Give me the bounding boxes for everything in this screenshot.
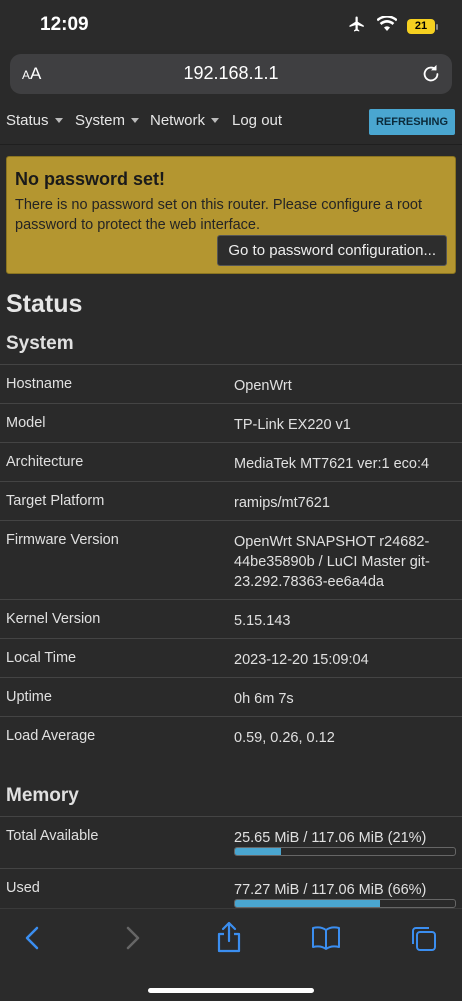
row-label: Target Platform xyxy=(6,493,105,509)
row-value: ramips/mt7621 xyxy=(234,495,330,511)
table-row: Load Average 0.59, 0.26, 0.12 xyxy=(0,716,462,755)
row-value: 77.27 MiB / 117.06 MiB (66%) xyxy=(234,882,427,898)
nav-status-menu[interactable]: Status xyxy=(6,112,63,129)
ios-status-bar: 12:09 21 xyxy=(0,0,462,50)
back-icon[interactable] xyxy=(22,925,44,956)
row-label: Kernel Version xyxy=(6,611,101,627)
row-label: Load Average xyxy=(6,728,96,744)
memory-progress-fill xyxy=(235,848,282,855)
caret-down-icon xyxy=(54,118,63,123)
top-nav: Status System Network Log out REFRESHING xyxy=(0,100,462,145)
row-label: Hostname xyxy=(6,376,73,392)
status-icons: 21 xyxy=(347,15,438,38)
url-text[interactable]: 192.168.1.1 xyxy=(10,63,452,84)
row-value: 25.65 MiB / 117.06 MiB (21%) xyxy=(234,830,427,846)
table-row: Uptime 0h 6m 7s xyxy=(0,677,462,716)
row-value: 0.59, 0.26, 0.12 xyxy=(234,730,335,746)
wifi-icon xyxy=(376,15,398,37)
memory-heading: Memory xyxy=(6,785,79,806)
home-indicator xyxy=(148,988,314,993)
caret-down-icon xyxy=(211,118,220,123)
row-label: Firmware Version xyxy=(6,532,119,548)
system-heading: System xyxy=(6,333,74,354)
row-label: Model xyxy=(6,415,46,431)
table-row: Kernel Version 5.15.143 xyxy=(0,599,462,638)
row-value: 0h 6m 7s xyxy=(234,691,294,707)
browser-toolbar xyxy=(0,908,462,1001)
row-label: Total Available xyxy=(6,828,99,844)
table-row: Target Platform ramips/mt7621 xyxy=(0,481,462,520)
clock: 12:09 xyxy=(40,14,89,35)
memory-progress-fill xyxy=(235,900,381,907)
row-label: Used xyxy=(6,880,40,896)
memory-progress-bar xyxy=(234,847,456,856)
table-row: Firmware Version OpenWrt SNAPSHOT r24682… xyxy=(0,520,462,599)
alert-title: No password set! xyxy=(15,169,166,189)
web-content: Status System Network Log out REFRESHING… xyxy=(0,100,462,908)
row-label: Uptime xyxy=(6,689,52,705)
row-value: MediaTek MT7621 ver:1 eco:4 xyxy=(234,456,430,472)
bookmarks-icon[interactable] xyxy=(311,925,341,956)
nav-network-menu[interactable]: Network xyxy=(150,112,220,129)
no-password-alert: No password set! There is no password se… xyxy=(6,156,456,274)
row-value: 5.15.143 xyxy=(234,613,291,629)
page-title: Status xyxy=(6,290,83,318)
alert-message: There is no password set on this router.… xyxy=(15,197,423,233)
table-row: Total Available 25.65 MiB / 117.06 MiB (… xyxy=(0,816,462,869)
refreshing-badge[interactable]: REFRESHING xyxy=(369,109,455,135)
row-value: TP-Link EX220 v1 xyxy=(234,417,351,433)
airplane-icon xyxy=(347,15,367,38)
battery-icon: 21 xyxy=(407,19,438,34)
nav-system-menu[interactable]: System xyxy=(75,112,140,129)
row-value: OpenWrt SNAPSHOT r24682-44be35890b / LuC… xyxy=(234,534,430,590)
table-row: Hostname OpenWrt xyxy=(0,364,462,403)
forward-icon[interactable] xyxy=(121,925,143,956)
table-row: Architecture MediaTek MT7621 ver:1 eco:4 xyxy=(0,442,462,481)
address-bar[interactable]: AA 192.168.1.1 xyxy=(10,54,452,94)
table-row: Used 77.27 MiB / 117.06 MiB (66%) xyxy=(0,868,462,908)
tabs-icon[interactable] xyxy=(410,925,438,958)
table-row: Local Time 2023-12-20 15:09:04 xyxy=(0,638,462,677)
reload-icon[interactable] xyxy=(420,62,442,91)
row-value: OpenWrt xyxy=(234,378,292,394)
caret-down-icon xyxy=(131,118,140,123)
memory-progress-bar xyxy=(234,899,456,908)
row-label: Local Time xyxy=(6,650,77,666)
logout-link[interactable]: Log out xyxy=(232,112,282,129)
share-icon[interactable] xyxy=(216,921,242,958)
row-value: 2023-12-20 15:09:04 xyxy=(234,652,369,668)
password-config-button[interactable]: Go to password configuration... xyxy=(217,235,447,266)
row-label: Architecture xyxy=(6,454,84,470)
battery-level: 21 xyxy=(407,19,435,34)
table-row: Model TP-Link EX220 v1 xyxy=(0,403,462,442)
